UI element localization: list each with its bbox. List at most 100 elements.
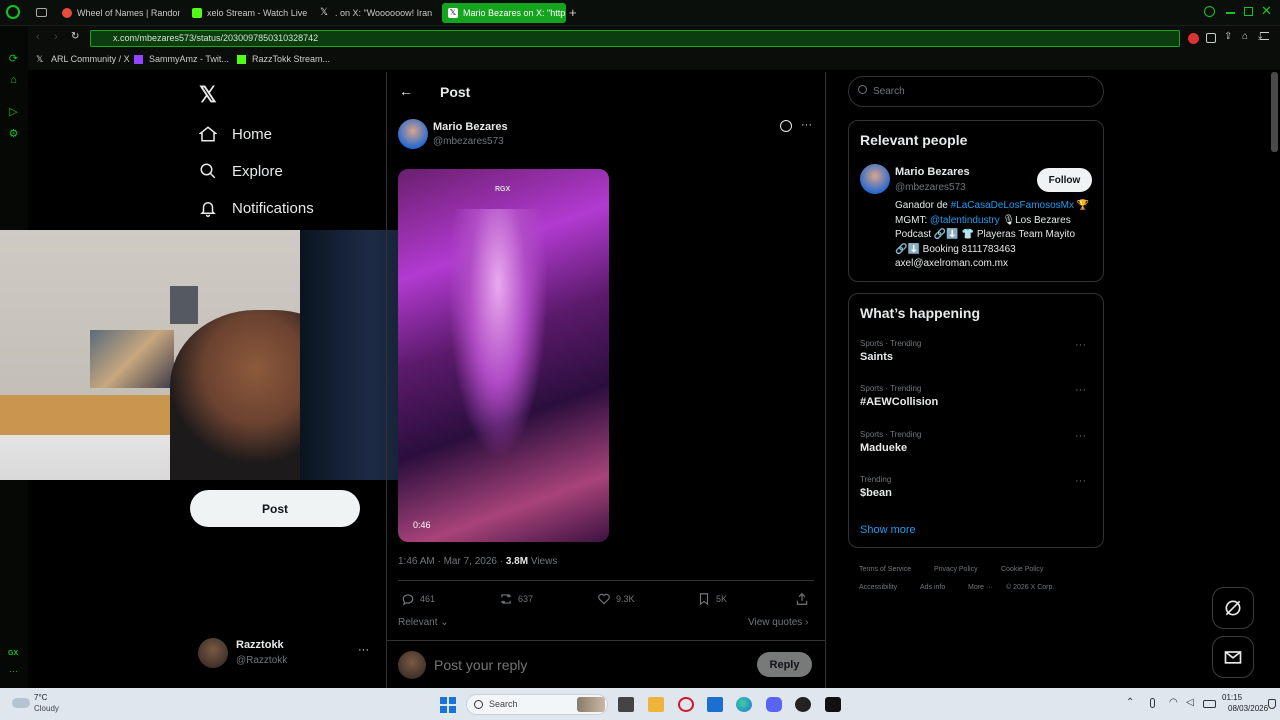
scrollbar[interactable]	[1271, 72, 1278, 152]
gx-control-icon[interactable]: ⟳	[7, 53, 20, 66]
footer-privacy[interactable]: Privacy Policy	[934, 566, 978, 573]
reply-action[interactable]: 461	[401, 592, 435, 606]
reply-button[interactable]: Reply	[757, 652, 812, 677]
mention-link[interactable]: @talentindustry	[930, 215, 1000, 226]
bookmark-arl-community[interactable]: 𝕏 ARL Community / X	[36, 54, 130, 64]
trend-item[interactable]: Sports · Trending #AEWCollision ···	[860, 384, 1100, 408]
microphone-icon[interactable]	[1150, 698, 1155, 708]
back-arrow-icon[interactable]: ←	[399, 83, 413, 99]
x-logo-icon[interactable]: 𝕏	[199, 82, 217, 108]
person-name[interactable]: Mario Bezares	[895, 166, 970, 178]
more-icon[interactable]: ···	[358, 644, 369, 656]
gx-cleaner-icon[interactable]: ⌂	[7, 74, 20, 87]
new-tab-icon[interactable]: +	[569, 5, 577, 20]
x-logo-icon: 𝕏	[36, 53, 44, 64]
windows-start-icon[interactable]	[440, 697, 456, 713]
task-view-icon[interactable]	[618, 697, 634, 712]
settings-icon[interactable]: ⚙	[7, 128, 20, 141]
weather-temp[interactable]: 7°C	[34, 693, 47, 702]
sort-dropdown[interactable]: Relevant ⌄	[398, 617, 449, 628]
more-icon[interactable]: ···	[801, 119, 812, 131]
wifi-icon[interactable]: ◠	[1169, 697, 1178, 708]
kick-icon	[237, 54, 246, 64]
profile-icon[interactable]: ⌂	[1242, 31, 1248, 42]
author-handle[interactable]: @mbezares573	[433, 136, 504, 147]
footer-cookies[interactable]: Cookie Policy	[1001, 566, 1043, 573]
url-field[interactable]: x.com/mbezares573/status/203009785031032…	[90, 30, 1180, 47]
taskbar-search[interactable]: Search	[466, 694, 608, 715]
nav-home[interactable]: Home	[198, 120, 272, 148]
opera-logo-icon[interactable]	[6, 5, 20, 19]
discord-icon[interactable]	[766, 697, 782, 712]
author-name[interactable]: Mario Bezares	[433, 121, 508, 133]
notifications-icon[interactable]	[1268, 699, 1276, 709]
chevron-up-icon[interactable]: ⌃	[1126, 697, 1134, 708]
tab-wheel-of-names[interactable]: Wheel of Names | Random	[56, 3, 180, 23]
maximize-icon[interactable]	[1244, 7, 1253, 16]
opera-gx-icon[interactable]	[678, 697, 694, 712]
search-tabs-icon[interactable]	[1204, 6, 1215, 17]
like-action[interactable]: 9.3K	[597, 592, 635, 606]
post-button[interactable]: Post	[190, 490, 360, 527]
footer-more[interactable]: More ···	[968, 584, 993, 591]
hashtag-link[interactable]: #LaCasaDeLosFamososMx	[951, 200, 1074, 211]
search-input[interactable]: Search	[848, 76, 1104, 107]
close-window-icon[interactable]: ✕	[1261, 3, 1272, 19]
file-explorer-icon[interactable]	[648, 697, 664, 712]
clock-time[interactable]: 01:15	[1222, 693, 1242, 702]
more-icon[interactable]: ···	[1075, 475, 1086, 487]
reload-icon[interactable]: ↻	[71, 31, 79, 42]
more-icon[interactable]: ···	[1075, 430, 1086, 442]
app-icon[interactable]	[795, 697, 811, 712]
more-icon[interactable]: ···	[1075, 384, 1086, 396]
follow-button[interactable]: Follow	[1037, 168, 1092, 192]
reply-input[interactable]	[434, 655, 734, 675]
vpn-badge-icon[interactable]	[1188, 33, 1199, 44]
battery-icon[interactable]	[1203, 700, 1216, 708]
repost-action[interactable]: 637	[499, 592, 533, 606]
player-icon[interactable]: ▷	[7, 106, 20, 119]
weather-desc[interactable]: Cloudy	[34, 704, 59, 713]
footer-ads-info[interactable]: Ads info	[920, 584, 945, 591]
bookmark-action[interactable]: 5K	[697, 592, 727, 606]
trend-item[interactable]: Sports · Trending Saints ···	[860, 339, 1100, 363]
more-icon[interactable]: ···	[9, 666, 18, 676]
bookmark-sammyamz[interactable]: SammyAmz - Twit...	[134, 54, 229, 64]
person-handle[interactable]: @mbezares573	[895, 182, 966, 193]
view-quotes-link[interactable]: View quotes ›	[748, 617, 808, 628]
grok-icon[interactable]	[780, 120, 792, 132]
footer-accessibility[interactable]: Accessibility	[859, 584, 897, 591]
tab-mario-bezares[interactable]: 𝕏Mario Bezares on X: "http:✕	[442, 3, 566, 23]
nav-notifications[interactable]: Notifications	[198, 194, 314, 222]
share-action[interactable]	[795, 592, 814, 606]
show-more-link[interactable]: Show more	[860, 524, 916, 536]
volume-icon[interactable]: ◁	[1186, 697, 1194, 708]
tab-x-iran[interactable]: 𝕏. on X: "Woooooow! Iran	[314, 3, 438, 23]
x-logo-icon: 𝕏	[320, 7, 329, 18]
avatar[interactable]	[860, 164, 890, 194]
forward-icon[interactable]: ›	[54, 31, 58, 43]
grok-button[interactable]	[1212, 587, 1254, 629]
trend-item[interactable]: Trending $bean ···	[860, 475, 1100, 499]
clock-date[interactable]: 08/03/2026	[1228, 704, 1268, 713]
store-icon[interactable]	[707, 697, 723, 712]
menu-icon[interactable]	[1260, 32, 1269, 40]
extension-icon[interactable]	[1206, 33, 1216, 43]
tab-xelo-stream[interactable]: xelo Stream - Watch Live	[186, 3, 310, 23]
trend-item[interactable]: Sports · Trending Madueke ···	[860, 430, 1100, 454]
bookmark-razztokk[interactable]: RazzTokk Stream...	[237, 54, 330, 64]
avatar[interactable]	[398, 119, 428, 149]
footer-terms[interactable]: Terms of Service	[859, 566, 911, 573]
share-icon[interactable]: ⇪	[1224, 31, 1232, 42]
account-switcher[interactable]: Razztokk @Razztokk ···	[198, 638, 378, 670]
back-icon[interactable]: ‹	[36, 31, 40, 43]
more-icon[interactable]: ···	[1075, 339, 1086, 351]
edge-icon[interactable]	[736, 697, 752, 712]
messages-button[interactable]	[1212, 636, 1254, 678]
post-video[interactable]: RGX 0:46	[398, 169, 609, 542]
tab-overview-icon[interactable]	[36, 8, 47, 17]
minimize-icon[interactable]	[1226, 12, 1235, 14]
nav-explore[interactable]: Explore	[198, 157, 283, 185]
terminal-icon[interactable]	[825, 697, 841, 712]
gx-label[interactable]: GX	[8, 650, 18, 657]
